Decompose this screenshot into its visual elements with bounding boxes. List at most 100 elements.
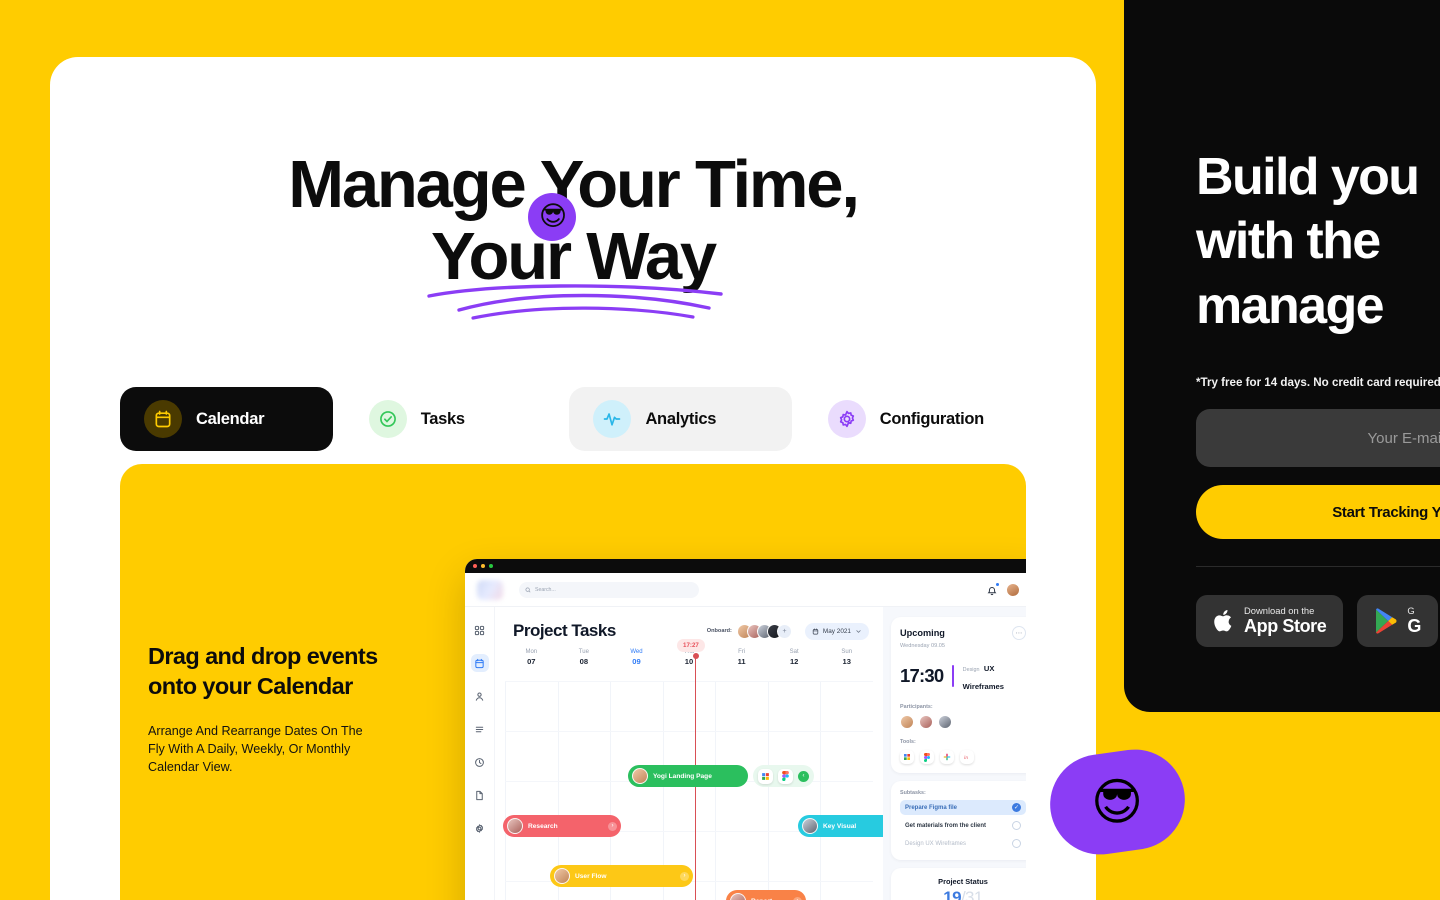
onboard-label: Onboard: [706, 628, 732, 634]
hero-line-2: Your Way [431, 218, 717, 294]
project-title: Project Tasks [513, 621, 616, 640]
event-chip[interactable]: Research › [503, 815, 621, 837]
notifications-icon[interactable] [986, 582, 1000, 596]
subtask-row[interactable]: Get materials from the client [900, 818, 1026, 833]
promo-disclaimer: *Try free for 14 days. No credit card re… [1196, 376, 1440, 390]
add-member-button[interactable]: + [776, 623, 792, 639]
topbar-actions: ▾ [986, 582, 1026, 597]
avatar [730, 893, 746, 900]
feature-body: Arrange And Rearrange Dates On The Fly W… [148, 724, 363, 774]
day-name: Mon [525, 649, 538, 655]
google-play-big-label: G [1407, 616, 1422, 637]
tab-calendar-label: Calendar [196, 409, 265, 428]
subtasks-list: Prepare Figma file ✓ Get materials from … [900, 800, 1026, 851]
google-calendar-icon[interactable] [900, 750, 914, 764]
collapse-icon[interactable]: ‹ [798, 770, 809, 782]
window-maximize-dot[interactable] [489, 564, 493, 568]
upcoming-event-meta: Design UX Wireframes [963, 658, 1026, 694]
event-chip[interactable]: Key Visual [798, 815, 883, 837]
window-minimize-dot[interactable] [481, 564, 485, 568]
day-number: 08 [579, 657, 589, 666]
app-store-big-label: App Store [1244, 616, 1327, 637]
chevron-right-icon[interactable]: › [680, 871, 689, 881]
tab-analytics[interactable]: Analytics [569, 387, 792, 451]
app-mockup: Search... ▾ [465, 559, 1026, 900]
google-play-badge[interactable]: G G [1357, 595, 1439, 648]
store-badges: Download on the App Store G G [1196, 595, 1440, 648]
month-selector[interactable]: May 2021 [804, 622, 869, 640]
tab-tasks[interactable]: Tasks [345, 387, 558, 451]
tab-configuration[interactable]: Configuration [804, 387, 1026, 451]
app-store-badge[interactable]: Download on the App Store [1196, 595, 1344, 648]
subtask-row[interactable]: Prepare Figma file ✓ [900, 800, 1026, 815]
event-chip[interactable]: User Flow › [550, 865, 693, 887]
event-label: Yogi Landing Page [653, 772, 712, 780]
month-value: May 2021 [822, 627, 851, 635]
upcoming-card: Upcoming ⋯ Wednesday 09.05 17:30 Design … [891, 617, 1026, 773]
email-field[interactable]: Your E-mail [1196, 409, 1440, 468]
more-options-icon[interactable]: ⋯ [1012, 626, 1026, 640]
avatar[interactable] [900, 715, 914, 729]
participants-list [900, 715, 1026, 729]
avatar [507, 818, 523, 834]
figma-icon[interactable] [778, 768, 793, 784]
hero-line-2-wrap: 😎 Your Way [427, 192, 723, 320]
slack-icon[interactable] [940, 750, 954, 764]
checkbox-icon[interactable] [1012, 839, 1021, 848]
upcoming-event: 17:30 Design UX Wireframes [900, 658, 1026, 694]
upcoming-category: Design [962, 667, 980, 673]
sidebar-item-documents[interactable] [471, 786, 489, 804]
day-number: 11 [737, 657, 746, 666]
tools-label: Tools: [900, 739, 916, 745]
app-body: Project Tasks Onboard: + May 2021 Mon 07… [465, 607, 1026, 900]
google-calendar-icon[interactable] [758, 768, 773, 784]
day-number: 09 [632, 657, 641, 666]
day-name: Wed [630, 649, 643, 655]
event-chip[interactable]: Yogi Landing Page [628, 765, 748, 787]
day-name: Sat [789, 649, 799, 655]
sidebar-item-settings[interactable] [471, 819, 489, 837]
event-tool-tray[interactable]: ‹ [753, 765, 814, 787]
project-status-title: Project Status [938, 877, 988, 886]
tab-tasks-label: Tasks [420, 409, 465, 428]
day-column-header: Fri 11 [715, 649, 768, 666]
chevron-right-icon[interactable]: › [793, 896, 802, 900]
day-column-header: Mon 07 [505, 649, 558, 666]
divider [1196, 566, 1440, 568]
page-title: Manage Your Time, 😎 Your Way [50, 149, 1096, 320]
project-status-card: Project Status 19/31 Tasks completed [891, 868, 1026, 900]
sidebar-item-profile[interactable] [471, 687, 489, 705]
sunglasses-emoji-badge: 😎 [528, 192, 577, 241]
avatar[interactable] [1006, 582, 1021, 597]
chevron-right-icon[interactable]: › [608, 821, 617, 831]
feature-card: Drag and drop events onto your Calendar … [120, 464, 1026, 900]
promo-headline-line-1: Build you [1196, 148, 1420, 206]
start-tracking-button[interactable]: Start Tracking Your Ti [1196, 485, 1440, 540]
sidebar-item-time[interactable] [471, 753, 489, 771]
app-right-panel: Upcoming ⋯ Wednesday 09.05 17:30 Design … [883, 607, 1026, 900]
checkbox-icon[interactable] [1012, 821, 1021, 830]
sidebar-item-dashboard[interactable] [471, 621, 489, 639]
avatar-stack: + [736, 623, 792, 639]
upcoming-title: Upcoming [900, 628, 945, 638]
checkbox-checked-icon[interactable]: ✓ [1012, 803, 1021, 812]
tab-calendar[interactable]: Calendar [120, 387, 333, 451]
app-store-small-label: Download on the [1244, 604, 1315, 616]
hero-section: Manage Your Time, 😎 Your Way [50, 57, 1096, 320]
sidebar-item-calendar[interactable] [470, 654, 489, 672]
window-close-dot[interactable] [473, 564, 477, 568]
google-play-small-label: G [1407, 604, 1415, 616]
subtask-label: Prepare Figma file [905, 804, 958, 811]
sidebar-item-list[interactable] [471, 720, 489, 738]
search-input[interactable]: Search... [519, 581, 699, 598]
event-label: Key Visual [823, 822, 857, 830]
calendar-main: Project Tasks Onboard: + May 2021 Mon 07… [495, 607, 883, 900]
avatar[interactable] [919, 715, 933, 729]
avatar[interactable] [938, 715, 952, 729]
figma-icon[interactable] [920, 750, 934, 764]
subtask-row[interactable]: Design UX Wireframes [900, 836, 1026, 851]
linkedin-icon[interactable]: in [960, 750, 974, 764]
day-name: Fri [738, 649, 746, 655]
event-chip[interactable]: Report › [726, 890, 806, 900]
search-placeholder: Search... [535, 586, 556, 593]
